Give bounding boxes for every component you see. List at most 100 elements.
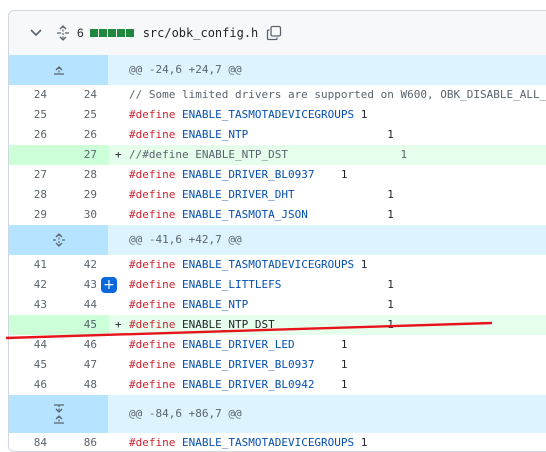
- new-line-number-text: 42: [83, 258, 97, 271]
- old-line-number-text: 27: [33, 168, 47, 181]
- new-line-number[interactable]: 46: [59, 335, 109, 355]
- diffstat-block: [125, 29, 134, 37]
- expand-up-down-icon[interactable]: [9, 395, 108, 433]
- code-keyword: #define: [129, 378, 176, 391]
- new-line-number-text: 26: [83, 128, 97, 141]
- old-line-number[interactable]: 84: [9, 433, 59, 451]
- file-path[interactable]: src/obk_config.h: [143, 26, 259, 40]
- code-identifier: ENABLE_LITTLEFS: [181, 278, 282, 291]
- hunk-header: @@ -41,6 +42,7 @@: [9, 225, 546, 255]
- new-line-number[interactable]: 27: [59, 145, 109, 165]
- old-line-number[interactable]: 26: [9, 125, 59, 145]
- code-text: #define ENABLE_NTP 1: [129, 125, 394, 145]
- old-line-number[interactable]: 42: [9, 275, 59, 295]
- code-value: 1: [281, 278, 394, 291]
- new-line-number[interactable]: 86: [59, 433, 109, 451]
- unfold-icon[interactable]: [9, 225, 108, 255]
- code-text: #define ENABLE_DRIVER_BL0937 1: [129, 165, 348, 185]
- context-line: 28 29 #define ENABLE_DRIVER_DHT 1: [9, 185, 546, 205]
- old-line-number[interactable]: 41: [9, 255, 59, 275]
- code-text: #define ENABLE_TASMOTADEVICEGROUPS 1: [129, 105, 367, 125]
- code-keyword: #define: [129, 298, 176, 311]
- add-marker: +: [115, 148, 122, 161]
- new-line-number[interactable]: 42: [59, 255, 109, 275]
- code-keyword: #define: [129, 258, 176, 271]
- code-value: 1: [248, 298, 394, 311]
- new-line-number[interactable]: 29: [59, 185, 109, 205]
- chevron-down-icon[interactable]: [29, 26, 43, 40]
- context-line: 45 47 #define ENABLE_DRIVER_BL0937 1: [9, 355, 546, 375]
- old-line-number[interactable]: [9, 315, 59, 335]
- diff-lines: @@ -24,6 +24,7 @@ 24 24 // Some limited dri…: [9, 55, 546, 451]
- context-line: 25 25 #define ENABLE_TASMOTADEVICEGROUPS 1: [9, 105, 546, 125]
- code-value: 1: [354, 108, 368, 121]
- old-line-number[interactable]: [9, 145, 59, 165]
- context-line: 27 28 #define ENABLE_DRIVER_BL0937 1: [9, 165, 546, 185]
- old-line-number-text: 42: [33, 278, 47, 291]
- copy-icon[interactable]: [266, 25, 282, 41]
- code-value: 1: [314, 358, 348, 371]
- code-identifier: ENABLE_NTP: [181, 128, 249, 141]
- context-line: 84 86 #define ENABLE_TASMOTADEVICEGROUPS 1: [9, 433, 546, 451]
- old-line-number[interactable]: 46: [9, 375, 59, 395]
- code-value: 1: [307, 208, 394, 221]
- new-line-number[interactable]: 28: [59, 165, 109, 185]
- new-line-number[interactable]: 26: [59, 125, 109, 145]
- code-text: #define ENABLE_DRIVER_DHT 1: [129, 185, 394, 205]
- context-line: 24 24 // Some limited drivers are supporte…: [9, 85, 546, 105]
- code-identifier: ENABLE_NTP: [181, 298, 249, 311]
- diffstat-block: [116, 29, 125, 37]
- old-line-number[interactable]: 25: [9, 105, 59, 125]
- code-text: #define ENABLE_TASMOTADEVICEGROUPS 1: [129, 433, 367, 451]
- old-line-number[interactable]: 45: [9, 355, 59, 375]
- expand-up-icon[interactable]: [9, 55, 108, 85]
- old-line-number-text: 28: [33, 188, 47, 201]
- old-line-number[interactable]: 43: [9, 295, 59, 315]
- code-text: #define ENABLE_DRIVER_BL0942 1: [129, 375, 348, 395]
- code-text: #define ENABLE_DRIVER_BL0937 1: [129, 355, 348, 375]
- old-line-number[interactable]: 27: [9, 165, 59, 185]
- diffstat-block: [89, 29, 98, 37]
- code-text: //#define ENABLE_NTP_DST 1: [129, 145, 407, 165]
- old-line-number[interactable]: 28: [9, 185, 59, 205]
- code-keyword: #define: [129, 128, 176, 141]
- context-line: 29 30 #define ENABLE_TASMOTA_JSON 1: [9, 205, 546, 225]
- code-identifier: ENABLE_DRIVER_LED: [181, 338, 295, 351]
- code-identifier: ENABLE_DRIVER_BL0942: [181, 378, 315, 391]
- new-line-number-text: 45: [83, 318, 97, 331]
- code-value: 1: [314, 378, 348, 391]
- hunk-header: @@ -84,6 +86,7 @@: [9, 395, 546, 433]
- code-identifier: ENABLE_DRIVER_BL0937: [181, 168, 315, 181]
- context-line: 26 26 #define ENABLE_NTP 1: [9, 125, 546, 145]
- new-line-number-text: 47: [83, 358, 97, 371]
- diffstat-block: [98, 29, 107, 37]
- new-line-number[interactable]: 25: [59, 105, 109, 125]
- old-line-number[interactable]: 44: [9, 335, 59, 355]
- old-line-number-text: 25: [33, 108, 47, 121]
- new-line-number-text: 46: [83, 338, 97, 351]
- change-count: 6: [77, 26, 84, 40]
- new-line-number[interactable]: 24: [59, 85, 109, 105]
- hunk-header: @@ -24,6 +24,7 @@: [9, 55, 546, 85]
- code-comment: // Some limited drivers are supported on…: [129, 88, 546, 101]
- add-comment-button[interactable]: +: [101, 277, 117, 293]
- old-line-number[interactable]: 29: [9, 205, 59, 225]
- context-line: 46 48 #define ENABLE_DRIVER_BL0942 1: [9, 375, 546, 395]
- code-text: #define ENABLE_LITTLEFS 1: [129, 275, 394, 295]
- code-identifier: ENABLE_DRIVER_BL0937: [181, 358, 315, 371]
- new-line-number[interactable]: 44: [59, 295, 109, 315]
- old-line-number[interactable]: 24: [9, 85, 59, 105]
- hunk-header-text: @@ -24,6 +24,7 @@: [129, 63, 242, 76]
- code-value: 1: [294, 338, 348, 351]
- new-line-number[interactable]: 30: [59, 205, 109, 225]
- new-line-number-text: 29: [83, 188, 97, 201]
- unfold-icon[interactable]: [55, 25, 71, 41]
- code-value: 1: [314, 168, 348, 181]
- old-line-number-text: 43: [33, 298, 47, 311]
- new-line-number[interactable]: 47: [59, 355, 109, 375]
- old-line-number-text: 29: [33, 208, 47, 221]
- new-line-number[interactable]: 45: [59, 315, 109, 335]
- file-header: 6 src/obk_config.h: [9, 11, 546, 56]
- new-line-number-text: 43: [83, 278, 97, 291]
- new-line-number[interactable]: 48: [59, 375, 109, 395]
